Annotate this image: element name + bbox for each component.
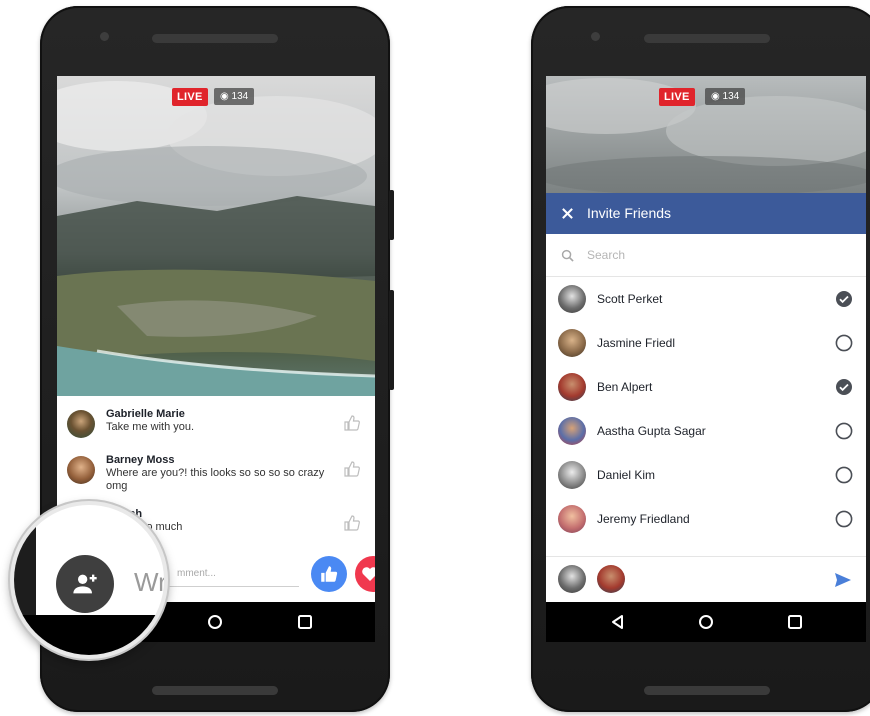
- comment-author[interactable]: Gabrielle Marie: [106, 408, 185, 420]
- home-circle-icon[interactable]: [697, 613, 715, 631]
- avatar[interactable]: [67, 410, 95, 438]
- friend-row[interactable]: Daniel Kim: [546, 454, 866, 498]
- viewer-count-badge: ◉ 134: [214, 88, 255, 105]
- volume-button: [389, 290, 394, 390]
- android-nav-bar: [546, 602, 866, 642]
- friends-list: Scott Perket Jasmine Friedl Ben Alpert A…: [546, 278, 866, 556]
- unchecked-circle-icon[interactable]: [835, 510, 853, 528]
- thumbs-up-icon[interactable]: [343, 460, 361, 478]
- magnifier-callout: Wr: [10, 501, 168, 659]
- heart-icon: [362, 567, 375, 581]
- page-title: Invite Friends: [587, 205, 672, 221]
- bottom-speaker: [644, 686, 770, 695]
- live-badge: LIVE: [659, 88, 695, 106]
- magnified-comment-input[interactable]: Wr: [134, 567, 164, 598]
- avatar: [558, 505, 586, 533]
- comment-input[interactable]: mment...: [177, 568, 216, 579]
- invite-friends-header: Invite Friends: [546, 193, 866, 234]
- comment-item: Barney Moss Where are you?! this looks s…: [67, 454, 365, 500]
- friend-name: Jasmine Friedl: [597, 336, 676, 350]
- search-input[interactable]: Search: [587, 248, 625, 262]
- comment-author[interactable]: Barney Moss: [106, 454, 174, 466]
- search-icon: [561, 249, 574, 262]
- friend-row[interactable]: Scott Perket: [546, 278, 866, 322]
- avatar: [558, 461, 586, 489]
- magnified-nav-bar: [14, 615, 164, 655]
- add-friend-icon: [73, 574, 97, 594]
- earpiece-speaker: [152, 34, 278, 43]
- front-camera: [591, 32, 600, 41]
- selected-avatar[interactable]: [558, 565, 586, 593]
- back-triangle-icon[interactable]: [609, 613, 627, 631]
- home-circle-icon[interactable]: [206, 613, 224, 631]
- friend-row[interactable]: Aastha Gupta Sagar: [546, 410, 866, 454]
- avatar: [558, 329, 586, 357]
- checkmark-icon[interactable]: [835, 290, 853, 308]
- love-reaction-button[interactable]: [355, 556, 375, 592]
- checkmark-icon[interactable]: [835, 378, 853, 396]
- avatar: [558, 373, 586, 401]
- friend-row[interactable]: Jeremy Friedland: [546, 498, 866, 542]
- front-camera: [100, 32, 109, 41]
- unchecked-circle-icon[interactable]: [835, 466, 853, 484]
- recents-square-icon[interactable]: [786, 613, 804, 631]
- friend-name: Scott Perket: [597, 292, 663, 306]
- thumbs-up-icon[interactable]: [343, 414, 361, 432]
- eye-icon: ◉: [711, 91, 720, 102]
- comment-item: Gabrielle Marie Take me with you.: [67, 408, 365, 454]
- eye-icon: ◉: [220, 91, 229, 102]
- power-button: [389, 190, 394, 240]
- right-screen: LIVE ◉ 134 Invite Friends Search Scott P…: [546, 76, 866, 642]
- avatar: [558, 285, 586, 313]
- unchecked-circle-icon[interactable]: [835, 334, 853, 352]
- selected-avatar[interactable]: [597, 565, 625, 593]
- live-video[interactable]: [57, 76, 375, 398]
- send-icon[interactable]: [834, 571, 852, 589]
- comment-text: Take me with you.: [106, 421, 195, 433]
- close-icon[interactable]: [561, 207, 574, 220]
- avatar: [558, 417, 586, 445]
- friend-name: Aastha Gupta Sagar: [597, 424, 706, 438]
- viewer-count-badge: ◉ 134: [705, 88, 746, 105]
- like-reaction-button[interactable]: [311, 556, 347, 592]
- live-badge: LIVE: [172, 88, 208, 106]
- comment-text: Where are you?! this looks so so so so c…: [106, 467, 325, 492]
- unchecked-circle-icon[interactable]: [835, 422, 853, 440]
- friend-row[interactable]: Ben Alpert: [546, 366, 866, 410]
- avatar[interactable]: [67, 456, 95, 484]
- thumbs-up-icon[interactable]: [343, 514, 361, 532]
- friend-row[interactable]: Jasmine Friedl: [546, 322, 866, 366]
- thumbs-up-icon: [321, 566, 338, 582]
- bottom-speaker: [152, 686, 278, 695]
- friend-name: Daniel Kim: [597, 468, 656, 482]
- earpiece-speaker: [644, 34, 770, 43]
- recents-square-icon[interactable]: [296, 613, 314, 631]
- viewer-count: 134: [722, 91, 740, 102]
- invite-friends-button[interactable]: [56, 555, 114, 613]
- friend-name: Jeremy Friedland: [597, 512, 690, 526]
- selected-friends-bar: [546, 556, 866, 603]
- friend-name: Ben Alpert: [597, 380, 653, 394]
- viewer-count: 134: [231, 91, 249, 102]
- search-bar[interactable]: Search: [546, 234, 866, 277]
